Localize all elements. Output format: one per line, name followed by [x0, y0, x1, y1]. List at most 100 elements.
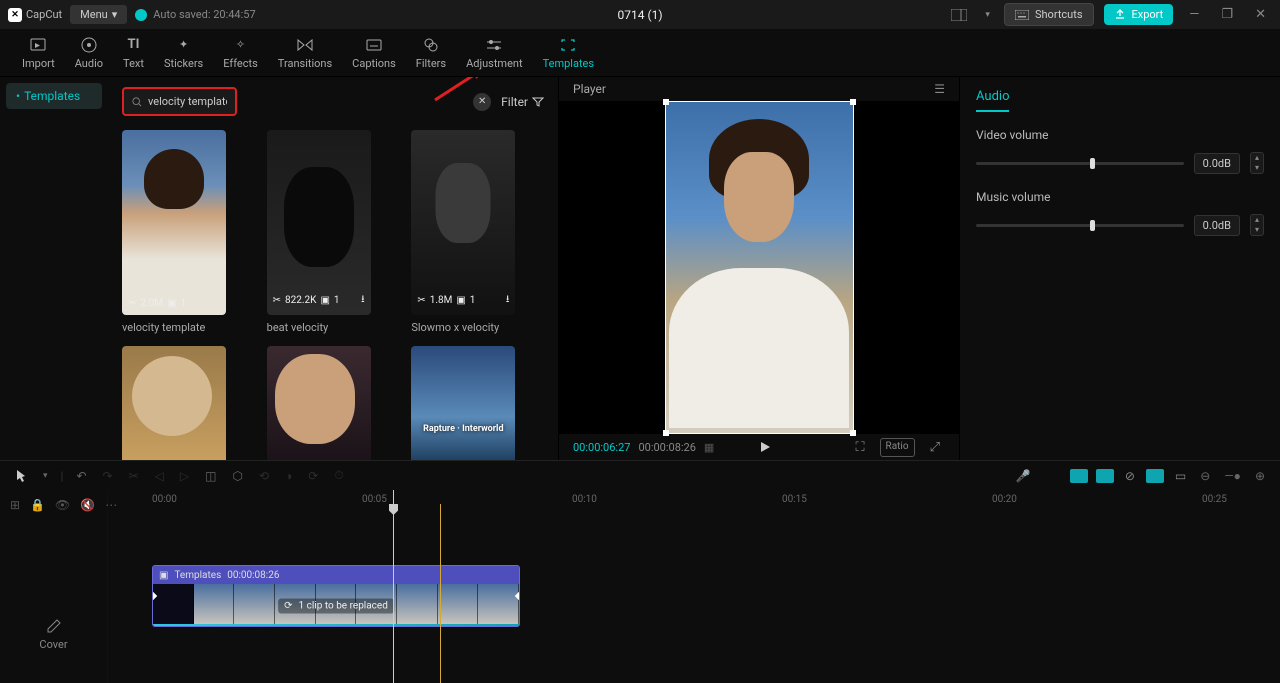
mic-icon[interactable]: 🎤 — [1013, 466, 1034, 486]
lock-icon[interactable]: 🔒 — [30, 498, 45, 512]
music-volume-label: Music volume — [976, 190, 1264, 204]
tab-filters[interactable]: Filters — [406, 30, 456, 76]
chevron-down-icon[interactable]: ▾ — [981, 6, 994, 24]
timecode-current: 00:00:06:27 — [573, 441, 630, 454]
resize-handle[interactable] — [850, 430, 856, 436]
sidebar-item-templates[interactable]: • Templates — [6, 83, 102, 109]
menu-button[interactable]: Menu ▾ — [70, 5, 127, 24]
timeline-clip[interactable]: ▣ Templates 00:00:08:26 ⟳ 1 clip to be r… — [152, 565, 520, 627]
template-card[interactable]: ✂822.2K ▣1 ⭳ beat velocity — [267, 130, 400, 334]
effects-icon: ✧ — [232, 36, 250, 54]
audio-icon — [80, 36, 98, 54]
preview-frame[interactable] — [665, 101, 854, 434]
tab-adjustment[interactable]: Adjustment — [456, 30, 533, 76]
template-card[interactable] — [122, 346, 255, 460]
resize-handle[interactable] — [663, 430, 669, 436]
player-controls: 00:00:06:27 00:00:08:26 ▦ ⛶ Ratio ⤢ — [559, 434, 959, 460]
undo-button[interactable]: ↶ — [73, 466, 89, 486]
audio-tab[interactable]: Audio — [976, 89, 1009, 112]
cover-button[interactable]: Cover — [0, 610, 107, 659]
split-button[interactable]: ✂ — [126, 466, 142, 486]
link-icon[interactable]: ⊘ — [1122, 466, 1138, 486]
pointer-tool[interactable] — [12, 466, 30, 486]
keyboard-icon — [1015, 10, 1029, 20]
export-button[interactable]: Export — [1104, 4, 1174, 25]
timeline: ⊞ 🔒 👁 🔇 ⋯ Cover 00:00 00:05 00:10 00:15 … — [0, 490, 1280, 683]
tab-stickers[interactable]: ✦ Stickers — [154, 30, 213, 76]
eye-icon[interactable]: 👁 — [55, 498, 70, 512]
add-track-icon[interactable]: ⊞ — [10, 498, 20, 512]
mute-icon[interactable]: 🔇 — [80, 498, 95, 512]
music-volume-stepper[interactable]: ▴▾ — [1250, 214, 1264, 236]
minimize-button[interactable]: — — [1183, 3, 1205, 26]
rotate-button[interactable]: ⟳ — [305, 466, 321, 486]
layout-icon[interactable] — [947, 5, 971, 25]
stickers-icon: ✦ — [175, 36, 193, 54]
slider-handle[interactable] — [1090, 158, 1095, 169]
video-volume-label: Video volume — [976, 128, 1264, 142]
filter-button[interactable]: Filter — [501, 95, 544, 109]
tab-effects[interactable]: ✧ Effects — [213, 30, 268, 76]
maximize-button[interactable]: ❐ — [1215, 3, 1239, 26]
play-button[interactable] — [758, 440, 772, 454]
grid-toggle-icon[interactable]: ▦ — [704, 441, 714, 454]
tab-import[interactable]: Import — [12, 30, 65, 76]
toggle-preview-axis[interactable] — [1146, 469, 1164, 483]
clear-search-button[interactable]: ✕ — [473, 93, 491, 111]
redo-button[interactable]: ↷ — [100, 466, 116, 486]
music-volume-slider[interactable] — [976, 224, 1184, 227]
resize-handle[interactable] — [850, 99, 856, 105]
crop-button[interactable]: ◫ — [202, 466, 219, 486]
preview-area[interactable] — [559, 101, 959, 434]
tab-text[interactable]: TI Text — [113, 30, 154, 76]
video-volume-value[interactable]: 0.0dB — [1194, 153, 1240, 174]
titlebar: ✕ CapCut Menu ▾ Auto saved: 20:44:57 071… — [0, 0, 1280, 29]
zoom-out-button[interactable]: ⊖ — [1197, 466, 1213, 486]
delete-left-button[interactable]: ◁ — [152, 466, 167, 486]
template-card[interactable]: ✂1.8M ▣1 ⭳ Slowmo x velocity — [411, 130, 544, 334]
video-volume-slider[interactable] — [976, 162, 1184, 165]
mirror-button[interactable]: ◑ — [282, 466, 295, 486]
timeline-toolbar: ▾ | ↶ ↷ ✂ ◁ ▷ ◫ ⬡ ⟲ ◑ ⟳ ⏱ 🎤 ⊘ ▭ ⊖ —● ⊕ — [0, 460, 1280, 490]
bullet-icon: • — [16, 89, 20, 103]
playhead[interactable] — [393, 490, 394, 683]
template-card[interactable] — [267, 346, 400, 460]
chevron-down-icon[interactable]: ▾ — [40, 468, 51, 484]
video-volume-stepper[interactable]: ▴▾ — [1250, 152, 1264, 174]
download-icon[interactable]: ⭳ — [361, 292, 365, 309]
reverse-button[interactable]: ⟲ — [256, 466, 272, 486]
search-box[interactable] — [122, 87, 237, 116]
tab-templates[interactable]: Templates — [533, 30, 604, 76]
resize-handle[interactable] — [663, 99, 669, 105]
slider-handle[interactable] — [1090, 220, 1095, 231]
music-volume-value[interactable]: 0.0dB — [1194, 215, 1240, 236]
tab-audio[interactable]: Audio — [65, 30, 113, 76]
delete-right-button[interactable]: ▷ — [177, 466, 192, 486]
search-input[interactable] — [148, 95, 227, 108]
filter-icon — [532, 97, 544, 107]
player-menu-icon[interactable]: ☰ — [934, 82, 945, 96]
player-header: Player ☰ — [559, 77, 959, 101]
clip-body: ⟳ 1 clip to be replaced — [153, 584, 519, 627]
template-grid: ✂2.0M ▣1 velocity template ✂822.2K ▣1 ⭳ … — [122, 130, 544, 460]
scale-icon[interactable]: ⛶ — [850, 438, 869, 457]
ratio-button[interactable]: Ratio — [880, 438, 915, 457]
template-card[interactable]: Rapture · Interworld — [411, 346, 544, 460]
zoom-slider-icon[interactable]: —● — [1221, 466, 1244, 486]
timeline-ruler[interactable]: 00:00 00:05 00:10 00:15 00:20 00:25 — [108, 490, 1280, 512]
tab-captions[interactable]: Captions — [342, 30, 406, 76]
close-button[interactable]: ✕ — [1249, 3, 1272, 26]
timeline-body[interactable]: 00:00 00:05 00:10 00:15 00:20 00:25 ▣ Te… — [108, 490, 1280, 683]
speed-button[interactable]: ⏱ — [331, 465, 346, 486]
tab-transitions[interactable]: Transitions — [268, 30, 342, 76]
toggle-snap[interactable] — [1096, 469, 1114, 483]
template-card[interactable]: ✂2.0M ▣1 velocity template — [122, 130, 255, 334]
freeze-button[interactable]: ⬡ — [229, 466, 245, 486]
fullscreen-icon[interactable]: ⤢ — [925, 438, 945, 457]
download-icon[interactable]: ⭳ — [506, 292, 510, 309]
track-toggle[interactable]: ▭ — [1172, 466, 1189, 486]
shortcuts-button[interactable]: Shortcuts — [1004, 3, 1094, 26]
zoom-in-button[interactable]: ⊕ — [1252, 466, 1268, 486]
toggle-main-track[interactable] — [1070, 469, 1088, 483]
clip-overlay[interactable]: ⟳ 1 clip to be replaced — [278, 599, 394, 614]
